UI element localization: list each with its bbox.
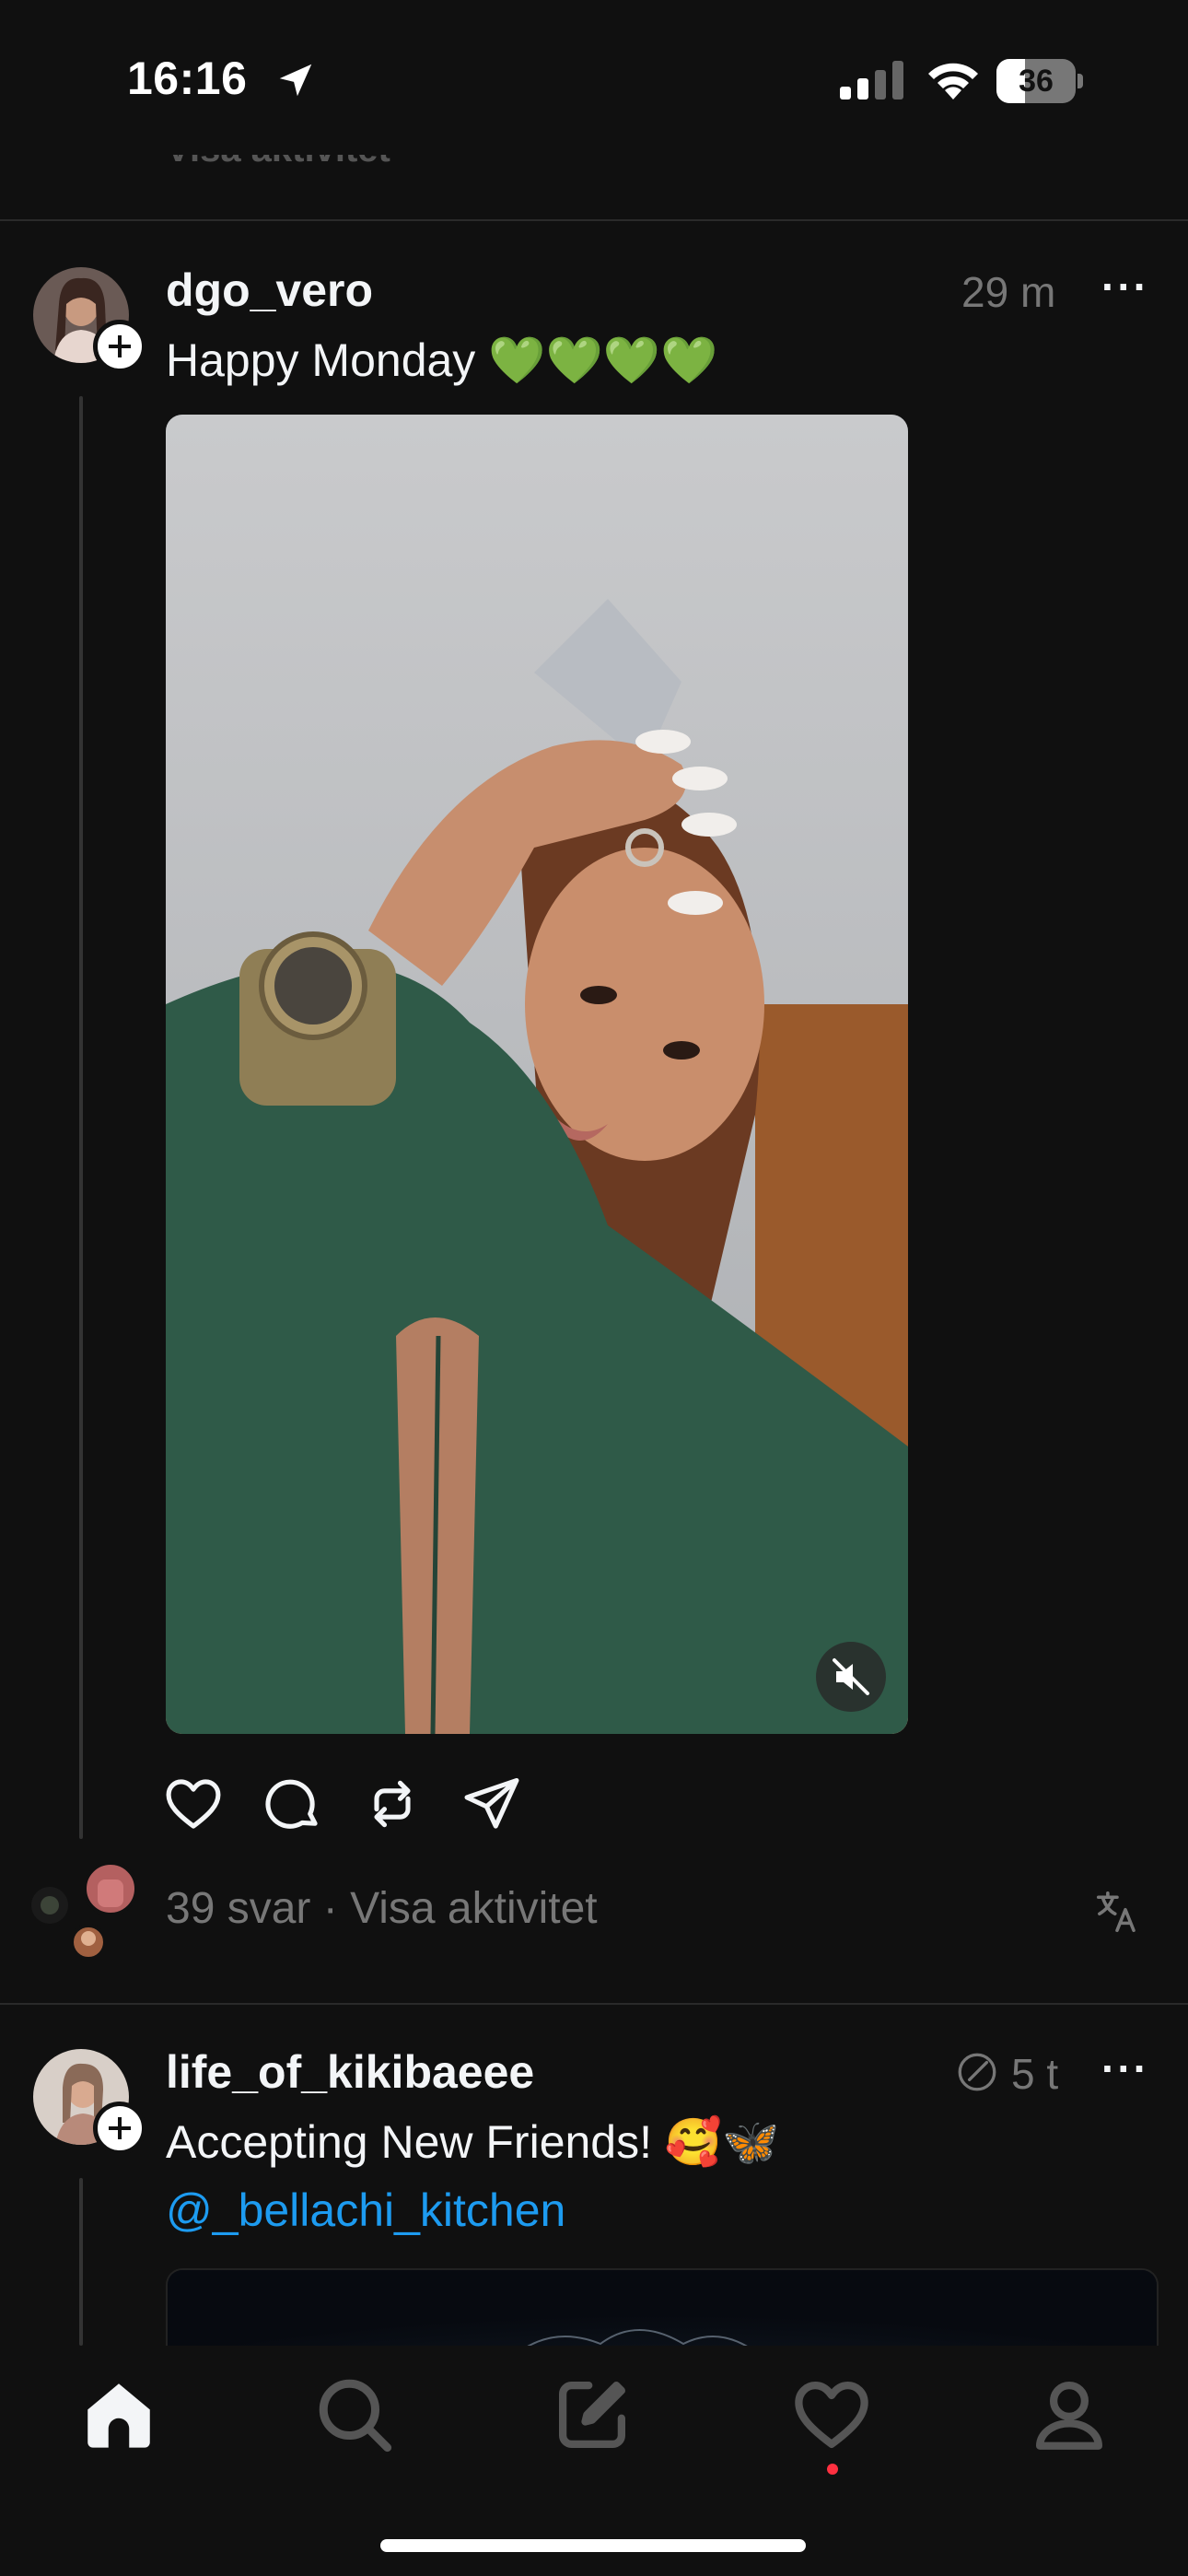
divider: [0, 219, 1188, 221]
thread-line: [79, 2178, 83, 2346]
mention-link[interactable]: @_bellachi_kitchen: [166, 2184, 565, 2237]
divider: [0, 2003, 1188, 2005]
comment-icon[interactable]: [262, 1773, 324, 1835]
follow-plus-icon[interactable]: [93, 320, 146, 373]
more-options-button[interactable]: ···: [1101, 2043, 1149, 2093]
reply-avatars[interactable]: [28, 1861, 142, 1962]
follow-plus-icon[interactable]: [93, 2102, 146, 2155]
more-options-button[interactable]: ···: [1101, 262, 1149, 311]
mute-button[interactable]: [816, 1642, 886, 1712]
post-username[interactable]: life_of_kikibaeee: [166, 2045, 534, 2099]
profile-icon[interactable]: [1028, 2373, 1111, 2456]
replies-activity-link[interactable]: 39 svar · Visa aktivitet: [166, 1883, 598, 1934]
compose-icon[interactable]: [551, 2373, 634, 2456]
post-username[interactable]: dgo_vero: [166, 263, 373, 317]
search-icon[interactable]: [313, 2373, 396, 2456]
edited-icon: [958, 2053, 996, 2091]
heart-icon[interactable]: [790, 2373, 873, 2456]
location-arrow-icon: [279, 64, 312, 97]
post-time: 29 m: [961, 268, 1056, 316]
post-video[interactable]: [166, 415, 908, 1734]
battery-level: 36: [1019, 64, 1054, 99]
previous-post-activity-link[interactable]: Visa aktivitet: [166, 155, 390, 170]
home-icon[interactable]: [77, 2373, 160, 2456]
post-text: Accepting New Friends! 🥰🦋: [166, 2116, 780, 2168]
send-icon[interactable]: [460, 1773, 523, 1835]
repost-icon[interactable]: [361, 1773, 424, 1835]
post-time: 5 t: [1011, 2050, 1059, 2098]
heart-icon[interactable]: [162, 1773, 225, 1835]
translate-icon[interactable]: [1092, 1887, 1142, 1937]
notification-dot: [827, 2464, 838, 2475]
battery-indicator: 36: [996, 59, 1085, 103]
post-text: Happy Monday 💚💚💚💚: [166, 334, 718, 386]
muted-speaker-icon: [833, 1658, 869, 1695]
wifi-icon: [928, 63, 978, 100]
thread-line: [79, 396, 83, 1839]
status-time: 16:16: [127, 53, 248, 104]
home-indicator: [380, 2539, 806, 2552]
cellular-signal-icon: [840, 61, 903, 100]
